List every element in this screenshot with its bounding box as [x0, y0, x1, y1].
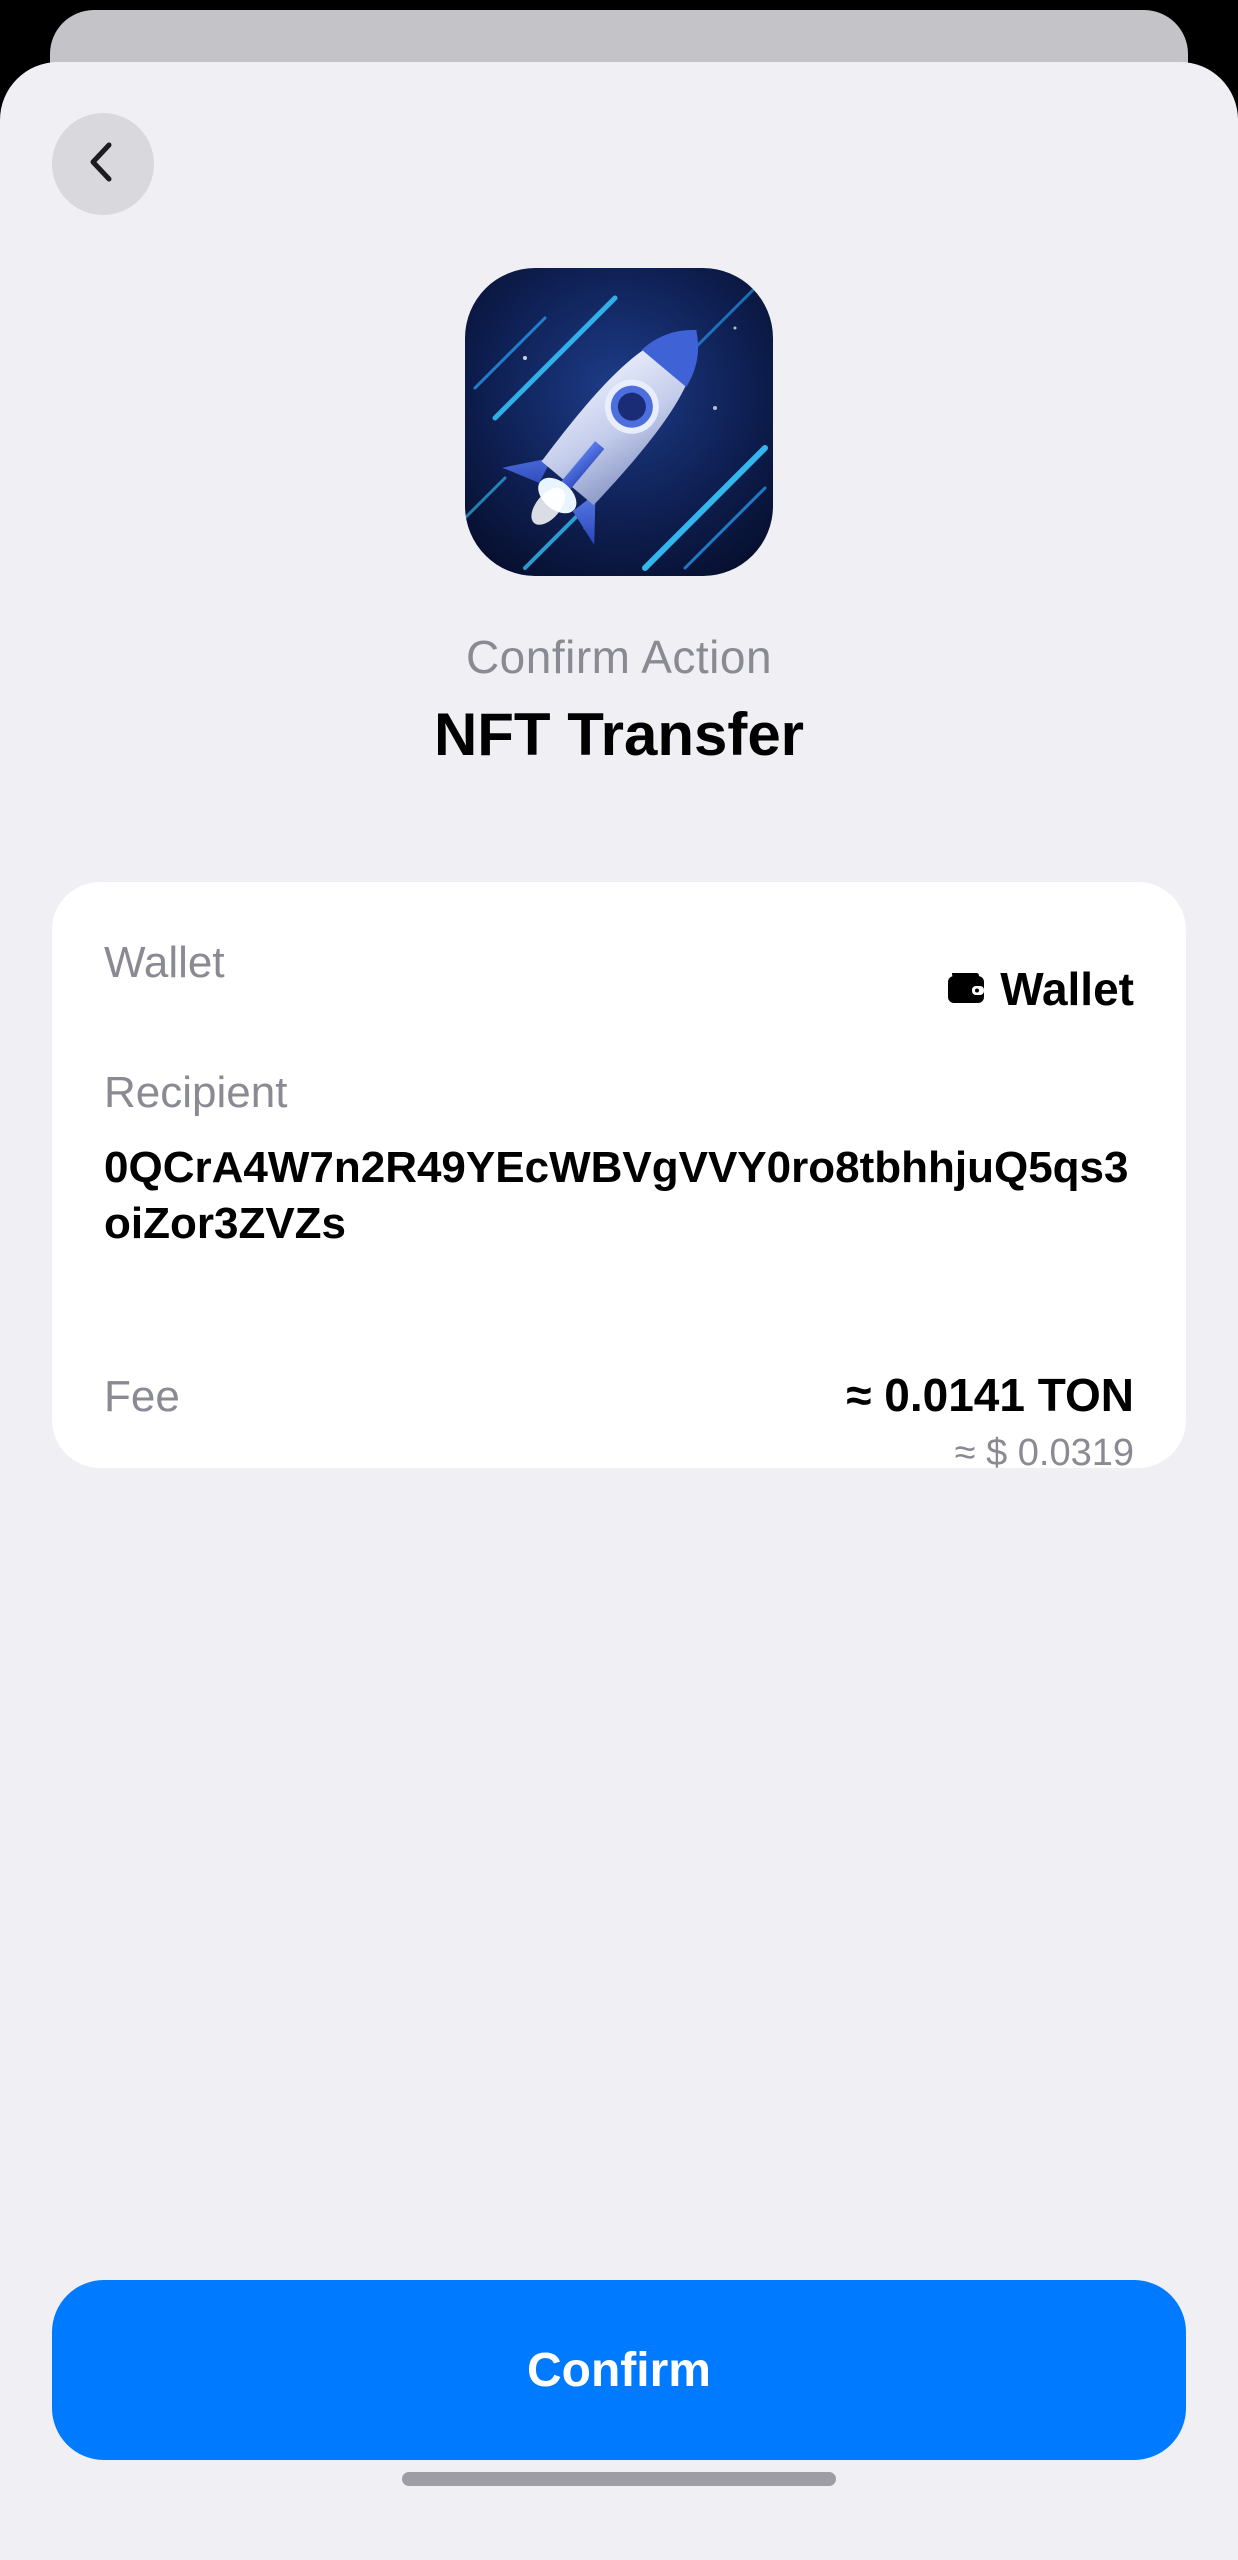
fee-fiat: ≈ $ 0.0319 — [954, 1432, 1134, 1474]
confirm-button[interactable]: Confirm — [52, 2280, 1186, 2460]
recipient-address: 0QCrA4W7n2R49YEcWBVgVVY0ro8tbhhjuQ5qs3oi… — [104, 1143, 1129, 1248]
fee-label: Fee — [104, 1372, 180, 1421]
recipient-label: Recipient — [104, 1068, 288, 1117]
page-title: NFT Transfer — [433, 701, 805, 768]
transfer-details-card: Wallet Wallet Recipient 0QCrA4W7n2R49YEc… — [52, 882, 1186, 1474]
rocket-app-icon — [465, 268, 773, 576]
fee-amount: ≈ 0.0141 TON — [846, 1369, 1134, 1421]
chevron-left-icon — [83, 139, 123, 190]
screen: Confirm Action NFT Transfer Wallet Walle… — [0, 0, 1238, 2560]
back-button[interactable] — [52, 113, 154, 215]
wallet-name: Wallet — [1000, 963, 1134, 1015]
wallet-icon — [946, 962, 986, 1016]
wallet-label: Wallet — [104, 938, 225, 987]
home-indicator — [402, 2472, 836, 2486]
confirm-action-subtitle: Confirm Action — [465, 631, 773, 683]
confirm-sheet: Confirm Action NFT Transfer Wallet Walle… — [0, 62, 1238, 2560]
wallet-value: Wallet — [946, 962, 1134, 1016]
